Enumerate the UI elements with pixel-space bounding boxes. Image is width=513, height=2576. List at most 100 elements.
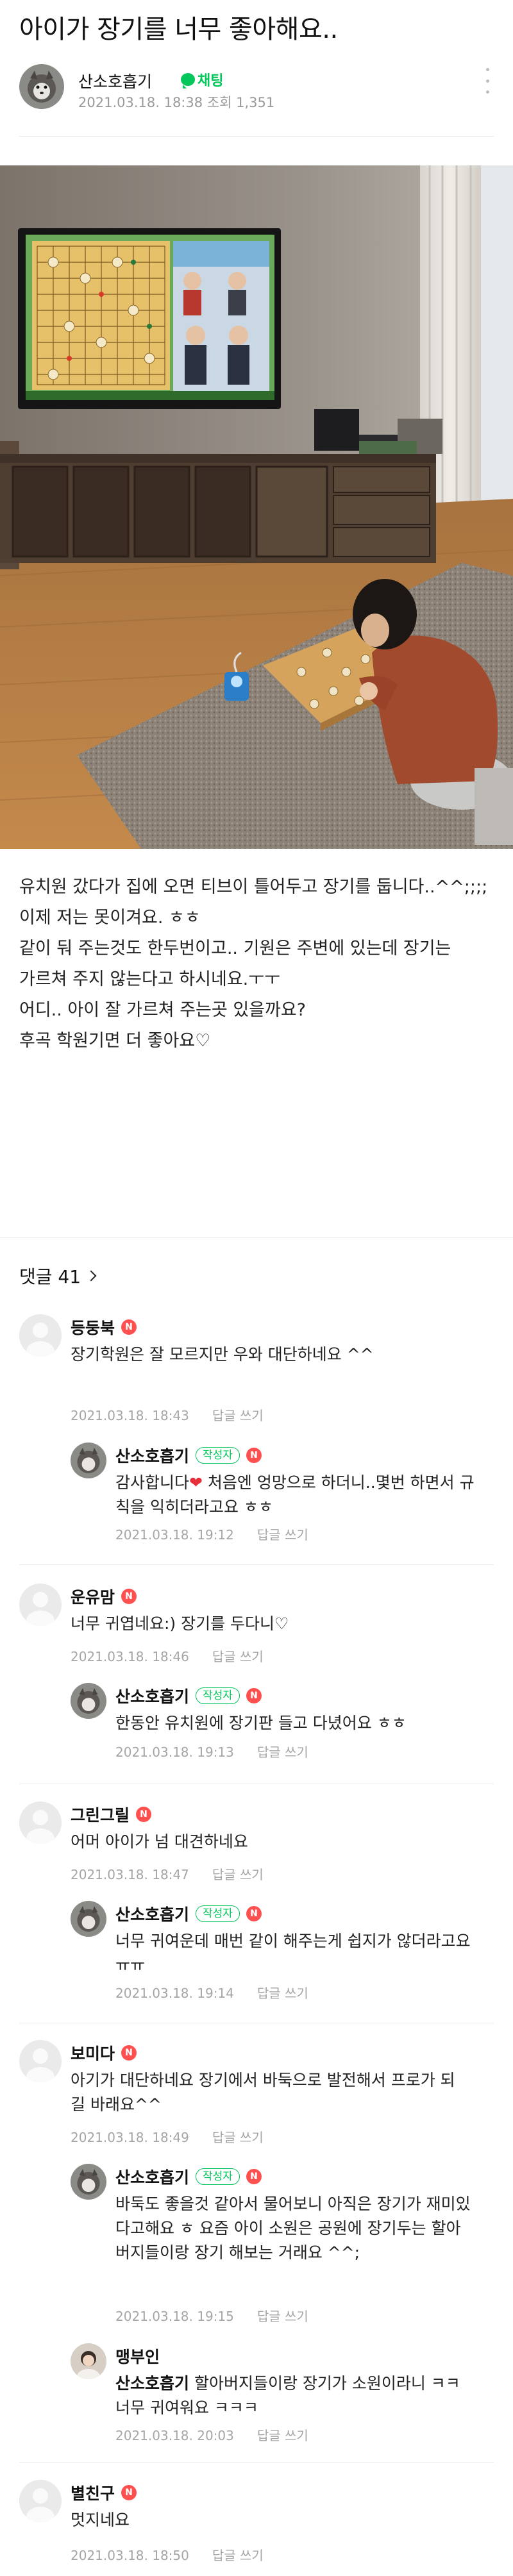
comment-time: 2021.03.18. 18:50 [71, 2548, 189, 2563]
reply-button[interactable]: 답글 쓰기 [212, 1649, 264, 1664]
author-avatar[interactable] [19, 64, 64, 109]
body-line: 같이 둬 주는것도 한두번이고.. 기원은 주변에 있는데 장기는 가르쳐 주지… [19, 939, 451, 989]
new-badge-icon: N [246, 1448, 262, 1463]
commenter-avatar[interactable] [71, 1901, 106, 1937]
comment-time: 2021.03.18. 19:13 [115, 1744, 234, 1760]
chevron-right-icon [85, 1270, 97, 1282]
new-badge-icon: N [121, 2045, 137, 2061]
body-line: 어디.. 아이 잘 가르쳐 주는곳 있을까요? [19, 1000, 307, 1020]
writer-badge: 작성자 [196, 1447, 240, 1464]
comment-meta: 2021.03.18. 18:49 답글 쓰기 [71, 2127, 264, 2146]
commenter-avatar[interactable] [19, 2480, 62, 2522]
comment-text: 바둑도 좋을것 같아서 물어보니 아직은 장기가 재미있다고해요 ㅎ 요즘 아이… [115, 2195, 471, 2262]
heart-icon: ❤ [189, 1473, 203, 1492]
commenter-avatar[interactable] [19, 2040, 62, 2082]
commenter-name[interactable]: 운유맘 N [71, 1585, 137, 1608]
post-photo[interactable] [0, 165, 513, 849]
commenter-avatar[interactable] [71, 1443, 106, 1478]
commenter-avatar[interactable] [71, 1683, 106, 1719]
reply-comment: 산소호흡기 작성자 N 한동안 유치원에 장기판 들고 다녔어요 ㅎㅎ 2021… [71, 1677, 494, 1773]
writer-badge: 작성자 [196, 1905, 240, 1922]
commenter-name[interactable]: 그린그릴 N [71, 1803, 152, 1826]
comment-text: 멋지네요 [71, 2511, 130, 2529]
comment: 운유맘 N 너무 귀엽네요:) 장기를 두다니♡ 2021.03.18. 18:… [19, 1577, 494, 1680]
comment-time: 2021.03.18. 18:43 [71, 1408, 189, 1423]
comment-time: 2021.03.18. 18:47 [71, 1867, 189, 1882]
commenter-name[interactable]: 보미다 N [71, 2041, 137, 2064]
comment-text: 한동안 유치원에 장기판 들고 다녔어요 ㅎㅎ [115, 1714, 407, 1732]
comment-meta: 2021.03.18. 19:15 답글 쓰기 [115, 2306, 308, 2325]
post-body: 유치원 갔다가 집에 오면 티브이 틀어두고 장기를 둡니다..^^;;;; 이… [19, 872, 497, 1057]
section-divider [0, 1237, 513, 1238]
comments-header[interactable]: 댓글 41 [19, 1263, 97, 1289]
comment-text: 너무 귀엽네요:) 장기를 두다니♡ [71, 1614, 289, 1633]
reply-button[interactable]: 답글 쓰기 [212, 1408, 264, 1423]
new-badge-icon: N [246, 2169, 262, 2184]
body-line: 후곡 학원기면 더 좋아요♡ [19, 1031, 211, 1051]
reply-comment: 산소호흡기 작성자 N 바둑도 좋을것 같아서 물어보니 아직은 장기가 재미있… [71, 2157, 494, 2337]
post-meta: 2021.03.18. 18:38 조회 1,351 [78, 95, 275, 110]
chat-label: 채팅 [198, 73, 224, 89]
comment-meta: 2021.03.18. 18:50 답글 쓰기 [71, 2545, 264, 2564]
comment-text: 감사합니다❤ 처음엔 엉망으로 하더니..몇번 하면서 규칙을 익히더라고요 ㅎ… [115, 1473, 475, 1516]
page: 아이가 장기를 너무 좋아해요.. 산소호흡기 채팅 2021.03.18. 1… [0, 0, 513, 2576]
comment-meta: 2021.03.18. 18:46 답글 쓰기 [71, 1646, 264, 1665]
commenter-name[interactable]: 맹부인 [115, 2345, 160, 2368]
reply-button[interactable]: 답글 쓰기 [257, 1744, 308, 1760]
comment-meta: 2021.03.18. 19:13 답글 쓰기 [115, 1742, 308, 1761]
commenter-name[interactable]: 별친구 N [71, 2481, 137, 2504]
reply-button[interactable]: 답글 쓰기 [212, 2130, 264, 2145]
reply-comment: 맹부인 산소호흡기 할아버지들이랑 장기가 소원이라니 ㅋㅋ 너무 귀여워요 ㅋ… [71, 2337, 494, 2452]
chat-bubble-icon [181, 73, 195, 88]
comment-meta: 2021.03.18. 18:43 답글 쓰기 [71, 1405, 264, 1424]
comment-divider [19, 2462, 494, 2463]
more-vertical-icon[interactable] [481, 68, 494, 94]
comment-text: 산소호흡기 할아버지들이랑 장기가 소원이라니 ㅋㅋ 너무 귀여워요 ㅋㅋㅋ [115, 2374, 460, 2417]
comment-text: 장기학원은 잘 모르지만 우와 대단하네요 ^^ [71, 1345, 374, 1364]
comment-meta: 2021.03.18. 19:14 답글 쓰기 [115, 1983, 308, 2002]
commenter-avatar[interactable] [19, 1802, 62, 1844]
author-row: 산소호흡기 채팅 2021.03.18. 18:38 조회 1,351 [19, 64, 494, 115]
reply-button[interactable]: 답글 쓰기 [257, 1527, 308, 1543]
reply-button[interactable]: 답글 쓰기 [212, 2548, 264, 2563]
comment-time: 2021.03.18. 19:12 [115, 1527, 234, 1543]
commenter-name[interactable]: 산소호흡기 작성자 N [115, 1444, 262, 1467]
commenter-name[interactable]: 산소호흡기 작성자 N [115, 1684, 262, 1707]
comment-time: 2021.03.18. 18:46 [71, 1649, 189, 1664]
new-badge-icon: N [246, 1688, 262, 1703]
comment-text: 아기가 대단하네요 장기에서 바둑으로 발전해서 프로가 되길 바래요^^ [71, 2071, 455, 2114]
comment-time: 2021.03.18. 19:15 [115, 2309, 234, 2324]
new-badge-icon: N [121, 1319, 137, 1335]
body-line: 유치원 갔다가 집에 오면 티브이 틀어두고 장기를 둡니다..^^;;;; [19, 877, 488, 897]
commenter-avatar[interactable] [71, 2164, 106, 2200]
commenter-avatar[interactable] [19, 1584, 62, 1626]
commenter-avatar[interactable] [19, 1314, 62, 1357]
comment-text: 어머 아이가 넘 대견하네요 [71, 1832, 248, 1851]
chat-button[interactable]: 채팅 [181, 69, 223, 90]
comment-time: 2021.03.18. 19:14 [115, 1986, 234, 2001]
comment-text: 너무 귀여운데 매번 같이 해주는게 쉽지가 않더라고요 ㅠㅠ [115, 1932, 471, 1975]
commenter-avatar[interactable] [71, 2343, 106, 2379]
commenter-name[interactable]: 산소호흡기 작성자 N [115, 2165, 262, 2188]
mention[interactable]: 산소호흡기 [115, 2374, 189, 2393]
reply-button[interactable]: 답글 쓰기 [257, 1986, 308, 2001]
commenter-name[interactable]: 등둥북 N [71, 1316, 137, 1339]
writer-badge: 작성자 [196, 1687, 240, 1704]
comment-meta: 2021.03.18. 20:03 답글 쓰기 [115, 2425, 308, 2444]
reply-button[interactable]: 답글 쓰기 [257, 2428, 308, 2443]
comment: 등둥북 N 장기학원은 잘 모르지만 우와 대단하네요 ^^ 2021.03.1… [19, 1308, 494, 1436]
comment: 그린그릴 N 어머 아이가 넘 대견하네요 2021.03.18. 18:47 답… [19, 1795, 494, 1898]
comment-divider [19, 1564, 494, 1565]
commenter-name[interactable]: 산소호흡기 작성자 N [115, 1902, 262, 1925]
reply-button[interactable]: 답글 쓰기 [212, 1867, 264, 1882]
new-badge-icon: N [246, 1906, 262, 1921]
reply-button[interactable]: 답글 쓰기 [257, 2309, 308, 2324]
comment: 별친구 N 멋지네요 2021.03.18. 18:50 답글 쓰기 [19, 2473, 494, 2576]
comment-meta: 2021.03.18. 19:12 답글 쓰기 [115, 1525, 308, 1543]
post-title: 아이가 장기를 너무 좋아해요.. [19, 15, 338, 44]
comment: 보미다 N 아기가 대단하네요 장기에서 바둑으로 발전해서 프로가 되길 바래… [19, 2034, 494, 2162]
writer-badge: 작성자 [196, 2168, 240, 2185]
comments-count: 댓글 41 [19, 1266, 81, 1287]
comment-meta: 2021.03.18. 18:47 답글 쓰기 [71, 1864, 264, 1883]
author-name[interactable]: 산소호흡기 [78, 69, 152, 92]
